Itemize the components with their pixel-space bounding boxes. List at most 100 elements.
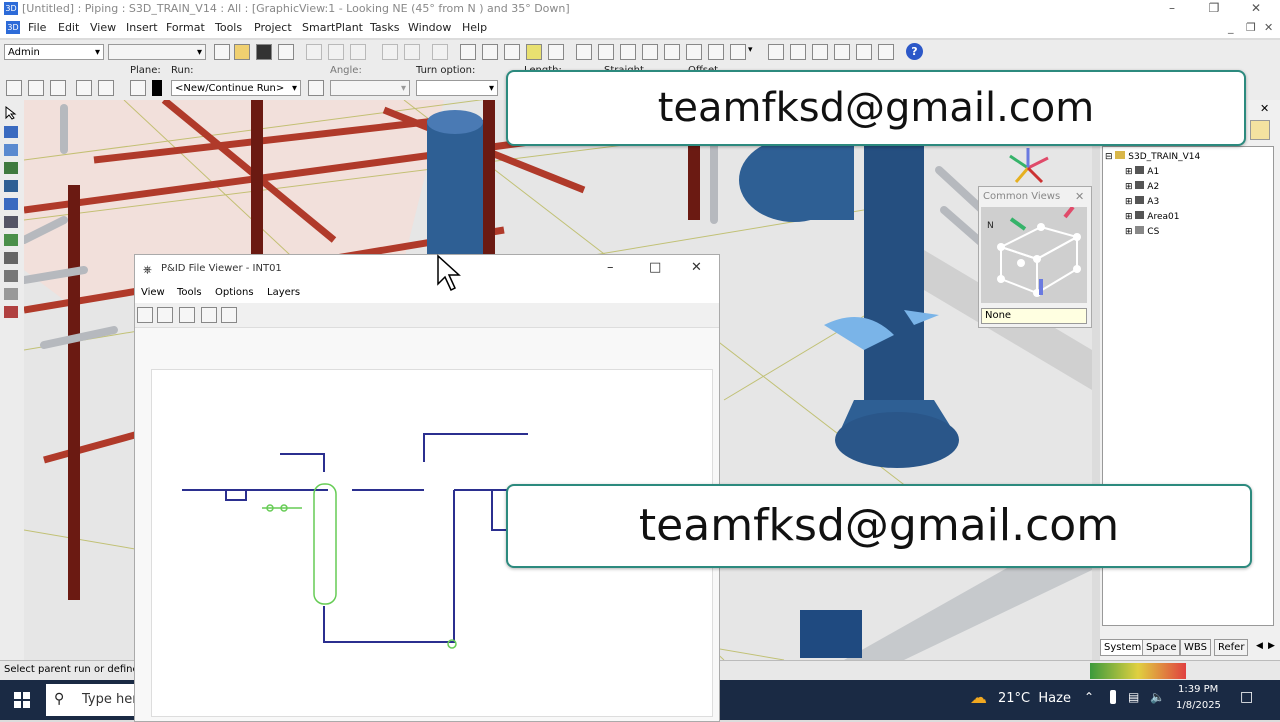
- view-common-icon[interactable]: [664, 44, 680, 60]
- plane-select-icon[interactable]: [130, 80, 146, 96]
- maximize-button[interactable]: □: [649, 260, 661, 275]
- pid-menu-tools[interactable]: Tools: [177, 287, 202, 298]
- notification-icon[interactable]: □: [1240, 689, 1253, 705]
- pid-menu-layers[interactable]: Layers: [267, 287, 300, 298]
- zoom-area-icon[interactable]: [812, 44, 828, 60]
- route-pipe-icon[interactable]: [28, 80, 44, 96]
- weather-text[interactable]: 21°C Haze: [998, 691, 1071, 706]
- workspace-icon[interactable]: [708, 44, 724, 60]
- chevron-down-icon[interactable]: ▾: [748, 45, 753, 55]
- zoom-icon[interactable]: [768, 44, 784, 60]
- tab-system[interactable]: System: [1100, 639, 1146, 656]
- restore-button[interactable]: ❐: [1194, 0, 1234, 18]
- print-icon[interactable]: [278, 44, 294, 60]
- rotate-icon[interactable]: [404, 44, 420, 60]
- view-cube[interactable]: [981, 205, 1087, 303]
- view-top-icon[interactable]: [576, 44, 592, 60]
- menu-smartplant[interactable]: SmartPlant: [302, 21, 363, 34]
- menu-tasks[interactable]: Tasks: [370, 21, 399, 34]
- clear-icon[interactable]: [548, 44, 564, 60]
- clock-date[interactable]: 1/8/2025: [1176, 700, 1221, 711]
- close-icon[interactable]: ✕: [1075, 190, 1084, 203]
- filter-icon[interactable]: [482, 44, 498, 60]
- tab-space[interactable]: Space: [1142, 639, 1181, 656]
- cut-icon[interactable]: [306, 44, 322, 60]
- usb-icon[interactable]: [1110, 690, 1116, 704]
- delete-icon[interactable]: [350, 44, 366, 60]
- pid-menu-options[interactable]: Options: [215, 287, 254, 298]
- filter-select[interactable]: ▾: [108, 44, 206, 60]
- route-pipe-tool-icon[interactable]: [4, 126, 18, 138]
- menu-tools[interactable]: Tools: [215, 21, 242, 34]
- spool-tool-icon[interactable]: [4, 288, 18, 300]
- insert-support-tool-icon[interactable]: [4, 216, 18, 228]
- clock-time[interactable]: 1:39 PM: [1178, 684, 1218, 695]
- folder-icon[interactable]: [1250, 120, 1270, 140]
- properties-icon[interactable]: [526, 44, 542, 60]
- print-icon[interactable]: [221, 307, 237, 323]
- zoom-in-icon[interactable]: [137, 307, 153, 323]
- render-icon[interactable]: [730, 44, 746, 60]
- route-mode-icon[interactable]: [76, 80, 92, 96]
- tree-item-a1[interactable]: ⊞ A1: [1125, 166, 1159, 177]
- tree-item-a3[interactable]: ⊞ A3: [1125, 196, 1159, 207]
- menu-format[interactable]: Format: [166, 21, 205, 34]
- view-front-icon[interactable]: [620, 44, 636, 60]
- insert-feature-tool-icon[interactable]: [4, 270, 18, 282]
- menu-window[interactable]: Window: [408, 21, 451, 34]
- app-menu-icon[interactable]: 3D: [6, 21, 20, 34]
- menu-help[interactable]: Help: [462, 21, 487, 34]
- save-icon[interactable]: [256, 44, 272, 60]
- menu-project[interactable]: Project: [254, 21, 292, 34]
- move-icon[interactable]: [382, 44, 398, 60]
- windows-start-icon[interactable]: [14, 692, 30, 708]
- zoom-window-icon[interactable]: [179, 307, 195, 323]
- pid-tool-icon[interactable]: [4, 306, 18, 318]
- clip-icon[interactable]: [686, 44, 702, 60]
- close-button[interactable]: ✕: [1236, 0, 1276, 18]
- run-properties-icon[interactable]: [308, 80, 324, 96]
- chevron-left-icon[interactable]: ◀: [1256, 641, 1263, 651]
- minimize-button[interactable]: –: [607, 260, 614, 275]
- tree-item-area01[interactable]: ⊞ Area01: [1125, 211, 1179, 222]
- insert-split-tool-icon[interactable]: [4, 234, 18, 246]
- mdi-restore-icon[interactable]: ❐: [1246, 21, 1256, 34]
- fit-icon[interactable]: [834, 44, 850, 60]
- help-icon[interactable]: ?: [906, 43, 923, 60]
- turn-option-select[interactable]: ▾: [416, 80, 498, 96]
- menu-view[interactable]: View: [90, 21, 116, 34]
- mdi-minimize-icon[interactable]: _: [1228, 21, 1234, 34]
- tree-item-a2[interactable]: ⊞ A2: [1125, 181, 1159, 192]
- measure-icon[interactable]: [504, 44, 520, 60]
- insert-component-tool-icon[interactable]: [4, 144, 18, 156]
- connect-tool-icon[interactable]: [4, 252, 18, 264]
- select-icon[interactable]: [460, 44, 476, 60]
- pan-icon[interactable]: [790, 44, 806, 60]
- undo-icon[interactable]: [432, 44, 448, 60]
- angle-select[interactable]: ▾: [330, 80, 410, 96]
- view-iso-icon[interactable]: [598, 44, 614, 60]
- menu-edit[interactable]: Edit: [58, 21, 79, 34]
- tree-root[interactable]: ⊟ S3D_TRAIN_V14: [1105, 151, 1200, 162]
- insert-tap-tool-icon[interactable]: [4, 198, 18, 210]
- open-icon[interactable]: [234, 44, 250, 60]
- ribbon-settings-icon[interactable]: [6, 80, 22, 96]
- route-offset-icon[interactable]: [98, 80, 114, 96]
- insert-instrument-tool-icon[interactable]: [4, 162, 18, 174]
- insert-specialty-tool-icon[interactable]: [4, 180, 18, 192]
- tab-wbs[interactable]: WBS: [1180, 639, 1211, 656]
- volume-icon[interactable]: 🔈: [1150, 690, 1165, 704]
- previous-view-icon[interactable]: [856, 44, 872, 60]
- new-icon[interactable]: [214, 44, 230, 60]
- menu-insert[interactable]: Insert: [126, 21, 158, 34]
- named-view-icon[interactable]: [878, 44, 894, 60]
- close-icon[interactable]: ✕: [1260, 102, 1269, 115]
- fit-all-icon[interactable]: [201, 307, 217, 323]
- network-icon[interactable]: ▤: [1128, 690, 1139, 704]
- permission-group-select[interactable]: Admin ▾: [4, 44, 104, 60]
- zoom-out-icon[interactable]: [157, 307, 173, 323]
- copy-icon[interactable]: [328, 44, 344, 60]
- minimize-button[interactable]: –: [1152, 0, 1192, 18]
- taskbar-search-box[interactable]: ⚲ Type here: [46, 684, 145, 716]
- close-button[interactable]: ✕: [691, 260, 702, 275]
